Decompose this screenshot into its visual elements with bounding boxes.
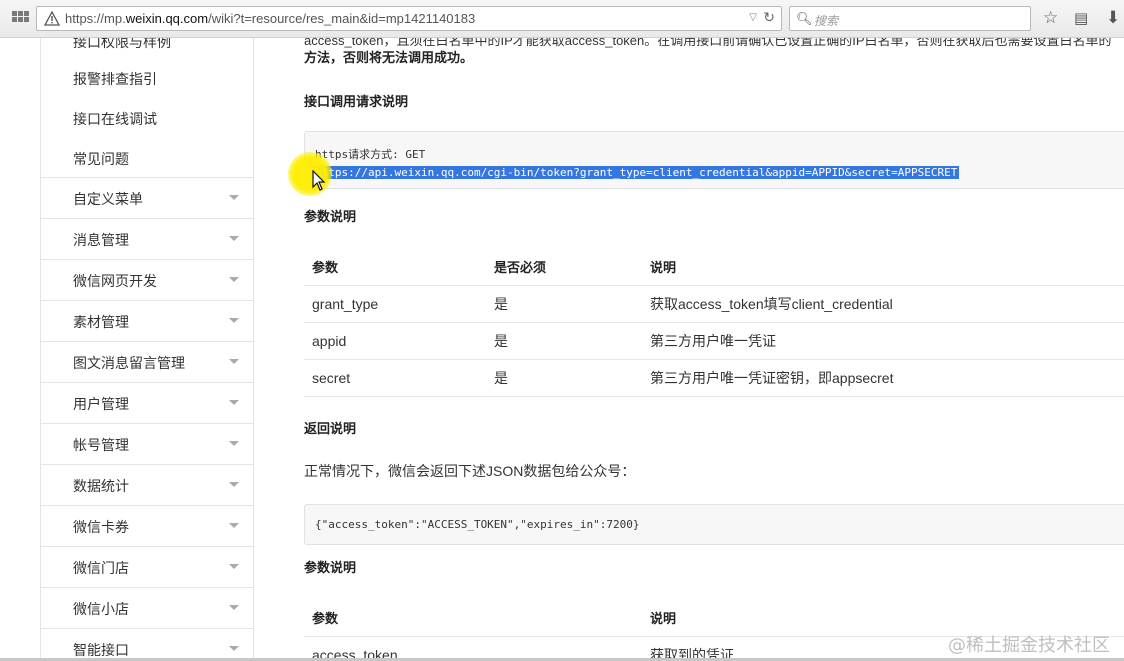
reload-icon[interactable]: ↻ xyxy=(763,9,775,26)
request-code-block[interactable]: https请求方式: GET https://api.weixin.qq.com… xyxy=(304,131,1124,189)
sidebar-item-smart-api[interactable]: 智能接口 xyxy=(41,628,253,661)
chevron-down-icon xyxy=(229,646,239,651)
sidebar-item-faq[interactable]: 常见问题 xyxy=(41,138,253,179)
sidebar-item-cards[interactable]: 微信卡券 xyxy=(41,505,253,546)
chevron-down-icon xyxy=(229,195,239,200)
url-dropdown-icon[interactable]: ▽ xyxy=(749,12,757,23)
search-icon: 🔍︎ xyxy=(796,11,813,26)
params-heading: 参数说明 xyxy=(304,209,357,224)
browser-toolbar: https://mp.weixin.qq.com/wiki?t=resource… xyxy=(0,0,1124,38)
address-bar[interactable]: https://mp.weixin.qq.com/wiki?t=resource… xyxy=(36,6,782,31)
apps-grid-icon[interactable] xyxy=(12,11,30,27)
chevron-down-icon xyxy=(229,441,239,446)
sidebar-item-comment-management[interactable]: 图文消息留言管理 xyxy=(41,341,253,382)
request-heading: 接口调用请求说明 xyxy=(304,94,409,109)
request-method: https请求方式: GET xyxy=(315,148,426,161)
sidebar-item-shop[interactable]: 微信小店 xyxy=(41,587,253,628)
sidebar-item-alarm-troubleshooting[interactable]: 报警排查指引 xyxy=(41,58,253,99)
sidebar-item-custom-menu[interactable]: 自定义菜单 xyxy=(41,177,253,218)
chevron-down-icon xyxy=(229,523,239,528)
sidebar-item-account-management[interactable]: 帐号管理 xyxy=(41,423,253,464)
download-icon[interactable]: ⬇ xyxy=(1106,8,1120,28)
chevron-down-icon xyxy=(229,236,239,241)
sidebar-item-data-statistics[interactable]: 数据统计 xyxy=(41,464,253,505)
warning-text: 方法，否则将无法调用成功。 xyxy=(304,50,474,65)
return-heading: 返回说明 xyxy=(304,421,357,436)
chevron-down-icon xyxy=(229,400,239,405)
warning-icon xyxy=(44,11,60,26)
sidebar-item-message-management[interactable]: 消息管理 xyxy=(41,218,253,259)
sidebar-item-stores[interactable]: 微信门店 xyxy=(41,546,253,587)
chevron-down-icon xyxy=(229,482,239,487)
return-json: {"access_token":"ACCESS_TOKEN","expires_… xyxy=(315,518,640,531)
search-placeholder: 搜索 xyxy=(814,14,839,28)
return-json-block[interactable]: {"access_token":"ACCESS_TOKEN","expires_… xyxy=(304,504,1124,545)
table-row: grant_type 是 获取access_token填写client_cred… xyxy=(304,285,1124,323)
reading-list-icon[interactable]: ▤ xyxy=(1074,9,1088,27)
url-text[interactable]: https://mp.weixin.qq.com/wiki?t=resource… xyxy=(65,11,475,26)
sidebar-item-web-dev[interactable]: 微信网页开发 xyxy=(41,259,253,300)
sidebar-item-material-management[interactable]: 素材管理 xyxy=(41,300,253,341)
table-row: secret 是 第三方用户唯一凭证密钥，即appsecret xyxy=(304,359,1124,397)
bookmark-star-icon[interactable]: ☆ xyxy=(1043,8,1058,28)
search-box[interactable]: 🔍︎ 搜索 xyxy=(789,6,1031,31)
watermark: @稀土掘金技术社区 xyxy=(948,635,1110,656)
params-heading-2: 参数说明 xyxy=(304,560,357,575)
chevron-down-icon xyxy=(229,605,239,610)
request-url-selected[interactable]: https://api.weixin.qq.com/cgi-bin/token?… xyxy=(313,166,960,179)
table-row: appid 是 第三方用户唯一凭证 xyxy=(304,322,1124,360)
params-table: 参数 是否必须 说明 grant_type 是 获取access_token填写… xyxy=(304,248,1124,397)
sidebar-item-user-management[interactable]: 用户管理 xyxy=(41,382,253,423)
table-header-row: 参数 是否必须 说明 xyxy=(304,248,1124,286)
chevron-down-icon xyxy=(229,564,239,569)
sidebar-item-online-debug[interactable]: 接口在线调试 xyxy=(41,98,253,139)
sidebar: 接口权限与样例 报警排查指引 接口在线调试 常见问题 自定义菜单 消息管理 微信… xyxy=(40,38,254,661)
mouse-cursor-icon xyxy=(312,170,326,191)
main-content: access_token，且须在白名单中的IP才能获取access_token。… xyxy=(304,38,1124,661)
chevron-down-icon xyxy=(229,318,239,323)
return-description: 正常情况下，微信会返回下述JSON数据包给公众号： xyxy=(304,463,636,479)
chevron-down-icon xyxy=(229,359,239,364)
chevron-down-icon xyxy=(229,277,239,282)
